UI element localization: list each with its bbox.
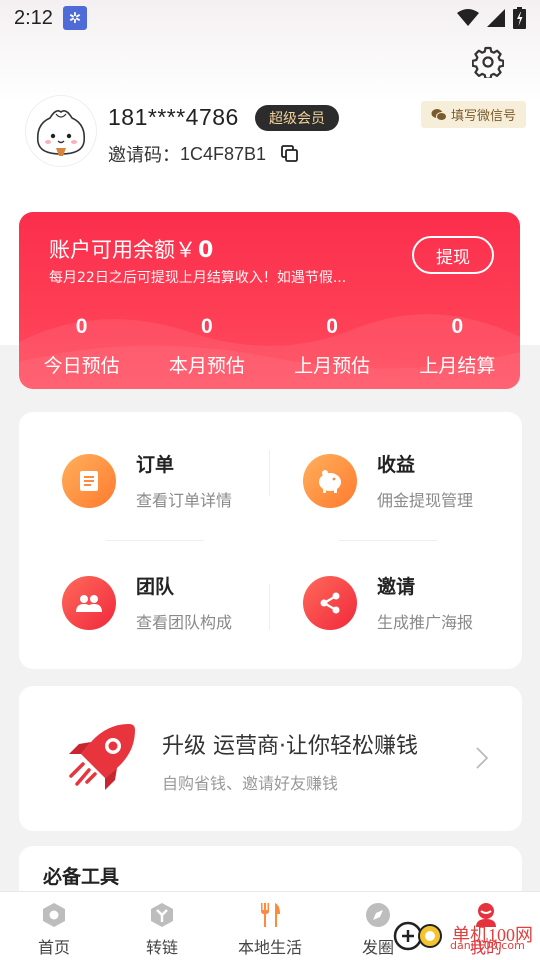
menu-subtitle: 生成推广海报 — [377, 613, 474, 632]
bun-mascot-icon — [36, 110, 86, 156]
stat-value: 0 — [201, 315, 213, 338]
stat-label: 上月预估 — [294, 355, 371, 377]
earnings-stats: 0 今日预估 0 本月预估 0 上月预估 0 上月结算 — [19, 315, 520, 378]
home-hex-icon — [39, 900, 69, 930]
stat-value: 0 — [326, 315, 338, 338]
menu-subtitle: 查看团队构成 — [136, 613, 233, 632]
tab-label: 首页 — [37, 938, 70, 957]
divider — [269, 450, 270, 496]
copy-icon[interactable] — [280, 144, 300, 164]
divider — [106, 540, 204, 541]
upgrade-operator-banner[interactable]: 升级 运营商·让你轻松赚钱 自购省钱、邀请好友赚钱 — [19, 686, 522, 831]
invite-code: 1C4F87B1 — [180, 143, 267, 164]
stat-value: 0 — [75, 315, 88, 338]
balance-amount: 0 — [198, 238, 214, 263]
tab-local-life[interactable]: 本地生活 — [216, 892, 324, 960]
withdraw-button[interactable]: 提现 — [412, 236, 494, 274]
wifi-icon — [457, 9, 479, 26]
status-icons — [457, 7, 526, 29]
stat-last-month-estimate[interactable]: 0 上月预估 — [270, 315, 395, 378]
status-time: 2:12 — [14, 6, 53, 29]
menu-title: 团队 — [136, 576, 175, 598]
upgrade-title: 升级 运营商·让你轻松赚钱 — [162, 734, 418, 759]
piggy-bank-icon — [303, 453, 357, 508]
fill-wechat-button[interactable]: 填写微信号 — [421, 101, 527, 128]
gear-icon[interactable] — [472, 46, 504, 78]
divider — [269, 584, 270, 630]
invite-label: 邀请码： — [108, 145, 180, 166]
balance-card: 账户可用余额￥ 0 每月22日之后可提现上月结算收入！如遇节假... 提现 0 … — [19, 212, 520, 389]
share-icon — [303, 575, 357, 630]
stat-value: 0 — [451, 315, 464, 338]
fork-knife-icon — [255, 900, 285, 930]
tab-label: 转链 — [145, 938, 178, 957]
tab-convert-link[interactable]: 转链 — [108, 892, 216, 960]
stat-label: 本月预估 — [168, 355, 245, 377]
stat-label: 今日预估 — [43, 355, 120, 377]
stat-label: 上月结算 — [419, 355, 496, 377]
tab-label: 发圈 — [361, 938, 394, 957]
tools-title: 必备工具 — [43, 866, 120, 888]
document-icon — [62, 453, 116, 508]
battery-icon — [513, 7, 526, 29]
avatar[interactable] — [26, 96, 96, 166]
divider — [339, 540, 437, 541]
stat-last-month-settled[interactable]: 0 上月结算 — [395, 315, 520, 378]
tab-label: 本地生活 — [237, 938, 302, 957]
user-phone: 181****4786 — [108, 104, 239, 130]
site-watermark: 单机100网 danji100.com — [392, 914, 533, 954]
convert-link-icon — [147, 900, 177, 930]
cellular-signal-icon — [487, 9, 505, 27]
balance-label: 账户可用余额￥ — [49, 238, 196, 262]
menu-team[interactable]: 团队 查看团队构成 — [62, 572, 232, 633]
menu-orders[interactable]: 订单 查看订单详情 — [62, 450, 232, 511]
chevron-right-icon — [476, 747, 489, 769]
tab-home[interactable]: 首页 — [0, 892, 108, 960]
rocket-icon — [69, 724, 135, 790]
status-bar: 2:12 ✲ — [0, 0, 540, 36]
compass-icon — [363, 900, 393, 930]
wechat-icon — [431, 108, 447, 121]
pinwheel-icon: ✲ — [62, 6, 87, 30]
menu-earnings[interactable]: 收益 佣金提现管理 — [303, 450, 473, 511]
menu-title: 订单 — [136, 454, 175, 476]
fill-wechat-label: 填写微信号 — [451, 109, 517, 124]
menu-title: 收益 — [377, 454, 416, 476]
stat-month-estimate[interactable]: 0 本月预估 — [144, 315, 269, 378]
team-icon — [62, 575, 116, 630]
vip-badge: 超级会员 — [255, 105, 339, 131]
function-menu-card: 订单 查看订单详情 收益 佣金提现管理 团队 查看团队构成 邀请 生成推广海报 — [19, 412, 522, 669]
watermark-logo-icon — [393, 921, 442, 951]
balance-note: 每月22日之后可提现上月结算收入！如遇节假... — [49, 270, 347, 286]
menu-title: 邀请 — [377, 576, 416, 598]
invite-code-row: 邀请码： 1C4F87B1 — [108, 141, 300, 167]
menu-invite[interactable]: 邀请 生成推广海报 — [303, 572, 473, 633]
menu-subtitle: 佣金提现管理 — [377, 491, 474, 510]
stat-today-estimate[interactable]: 0 今日预估 — [19, 315, 144, 378]
upgrade-subtitle: 自购省钱、邀请好友赚钱 — [162, 774, 339, 793]
menu-subtitle: 查看订单详情 — [136, 491, 233, 510]
watermark-url: danji100.com — [450, 939, 525, 952]
balance-title: 账户可用余额￥ 0 — [49, 234, 213, 264]
